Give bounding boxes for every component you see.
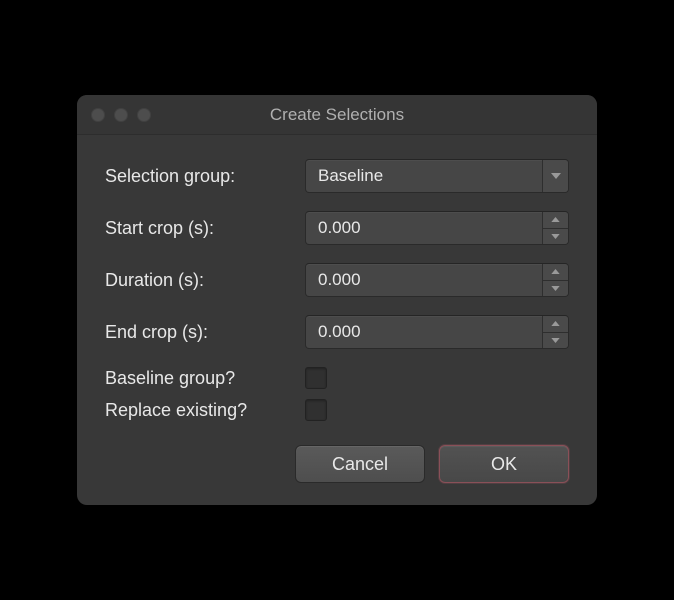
end-crop-value: 0.000 — [306, 322, 542, 342]
start-crop-row: Start crop (s): 0.000 — [105, 211, 569, 245]
duration-value: 0.000 — [306, 270, 542, 290]
duration-step-down[interactable] — [543, 281, 568, 297]
ok-button[interactable]: OK — [439, 445, 569, 483]
baseline-group-checkbox[interactable] — [305, 367, 327, 389]
replace-existing-checkbox[interactable] — [305, 399, 327, 421]
chevron-down-icon — [542, 160, 568, 192]
window-controls — [77, 108, 151, 122]
start-crop-step-down[interactable] — [543, 229, 568, 245]
replace-existing-row: Replace existing? — [105, 399, 569, 421]
zoom-window-button[interactable] — [137, 108, 151, 122]
selection-group-label: Selection group: — [105, 166, 305, 187]
duration-step-up[interactable] — [543, 264, 568, 281]
end-crop-row: End crop (s): 0.000 — [105, 315, 569, 349]
start-crop-value: 0.000 — [306, 218, 542, 238]
close-window-button[interactable] — [91, 108, 105, 122]
end-crop-step-down[interactable] — [543, 333, 568, 349]
dialog-content: Selection group: Baseline Start crop (s)… — [77, 135, 597, 505]
create-selections-dialog: Create Selections Selection group: Basel… — [77, 95, 597, 505]
minimize-window-button[interactable] — [114, 108, 128, 122]
cancel-button[interactable]: Cancel — [295, 445, 425, 483]
baseline-group-row: Baseline group? — [105, 367, 569, 389]
window-title: Create Selections — [77, 105, 597, 125]
titlebar: Create Selections — [77, 95, 597, 135]
start-crop-input[interactable]: 0.000 — [305, 211, 569, 245]
selection-group-value: Baseline — [306, 166, 542, 186]
dialog-buttons: Cancel OK — [105, 445, 569, 483]
selection-group-dropdown[interactable]: Baseline — [305, 159, 569, 193]
start-crop-stepper — [542, 212, 568, 244]
duration-stepper — [542, 264, 568, 296]
start-crop-step-up[interactable] — [543, 212, 568, 229]
end-crop-input[interactable]: 0.000 — [305, 315, 569, 349]
duration-label: Duration (s): — [105, 270, 305, 291]
baseline-group-label: Baseline group? — [105, 368, 305, 389]
replace-existing-label: Replace existing? — [105, 400, 305, 421]
end-crop-stepper — [542, 316, 568, 348]
selection-group-row: Selection group: Baseline — [105, 159, 569, 193]
start-crop-label: Start crop (s): — [105, 218, 305, 239]
duration-row: Duration (s): 0.000 — [105, 263, 569, 297]
duration-input[interactable]: 0.000 — [305, 263, 569, 297]
end-crop-step-up[interactable] — [543, 316, 568, 333]
end-crop-label: End crop (s): — [105, 322, 305, 343]
